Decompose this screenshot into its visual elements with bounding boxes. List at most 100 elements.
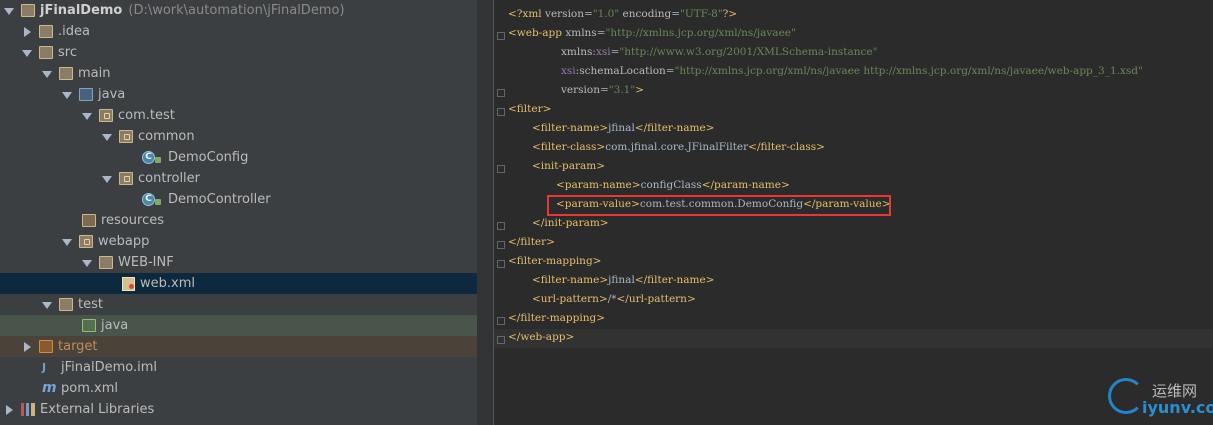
tree-item-test-java[interactable]: java xyxy=(0,315,477,336)
code-line-version[interactable]: version="3.1"> xyxy=(561,81,644,100)
code-line-filter-mapping-close[interactable]: </filter-mapping> xyxy=(508,309,605,328)
expand-arrow-icon[interactable] xyxy=(3,5,15,17)
project-folder-icon xyxy=(21,4,35,17)
tree-item-controller[interactable]: controller xyxy=(0,168,477,189)
package-icon xyxy=(99,109,113,122)
fold-marker-icon[interactable] xyxy=(497,241,505,249)
tree-item-idea[interactable]: .idea xyxy=(0,21,477,42)
fold-marker-icon[interactable] xyxy=(497,336,505,344)
project-path: (D:\work\automation\jFinalDemo) xyxy=(128,3,345,18)
fold-marker-icon[interactable] xyxy=(497,108,505,116)
site-watermark: 运维网 iyunv.com xyxy=(1108,376,1213,422)
collapse-arrow-icon[interactable] xyxy=(3,404,15,416)
tree-item-web-xml[interactable]: web.xml xyxy=(0,273,477,294)
expand-arrow-icon[interactable] xyxy=(61,236,73,248)
package-icon xyxy=(119,172,133,185)
code-line-filter-mapping-open[interactable]: <filter-mapping> xyxy=(508,252,601,271)
project-tree-panel: jFinalDemo (D:\work\automation\jFinalDem… xyxy=(0,0,477,425)
expand-arrow-icon[interactable] xyxy=(81,257,93,269)
tree-item-label: src xyxy=(58,45,77,60)
tree-item-label: jFinalDemo.iml xyxy=(61,360,157,375)
lock-icon xyxy=(155,199,161,205)
tree-item-label: java xyxy=(101,318,129,333)
tree-item-web-inf[interactable]: WEB-INF xyxy=(0,252,477,273)
tree-item-label: External Libraries xyxy=(40,402,155,417)
tree-item-project-root[interactable]: jFinalDemo (D:\work\automation\jFinalDem… xyxy=(0,0,477,21)
folder-icon xyxy=(39,46,53,59)
project-name: jFinalDemo xyxy=(40,3,123,18)
code-line-xsi-namespace[interactable]: xmlns:xsi="http://www.w3.org/2001/XMLSch… xyxy=(561,43,877,62)
expand-arrow-icon[interactable] xyxy=(21,47,33,59)
resources-folder-icon xyxy=(82,214,96,227)
tree-item-label: .idea xyxy=(58,24,90,39)
code-line-filter-open[interactable]: <filter> xyxy=(508,100,551,119)
folder-icon xyxy=(59,298,73,311)
folder-icon xyxy=(99,256,113,269)
maven-file-icon: m xyxy=(42,380,57,396)
tree-item-label: common xyxy=(138,129,195,144)
code-line-webapp-close[interactable]: </web-app> xyxy=(508,328,574,347)
tree-item-label: test xyxy=(78,297,103,312)
excluded-folder-icon xyxy=(39,340,53,353)
expand-arrow-icon[interactable] xyxy=(101,131,113,143)
tree-item-target[interactable]: target xyxy=(0,336,477,357)
code-editor[interactable]: <?xml version="1.0" encoding="UTF-8"?> <… xyxy=(477,0,1213,425)
test-source-folder-icon xyxy=(82,319,96,332)
code-line-filter-close[interactable]: </filter> xyxy=(508,233,555,252)
fold-marker-icon[interactable] xyxy=(497,260,505,268)
project-path-text: D:\work\automation\jFinalDemo xyxy=(133,3,340,18)
code-line-init-param-close[interactable]: </init-param> xyxy=(532,214,609,233)
watermark-en-text: iyunv.com xyxy=(1142,398,1213,417)
current-line-highlight xyxy=(494,329,1213,348)
tree-item-label: main xyxy=(78,66,111,81)
tree-item-pom[interactable]: m pom.xml xyxy=(0,378,477,399)
expand-arrow-icon[interactable] xyxy=(41,68,53,80)
watermark-logo-icon xyxy=(1108,378,1144,414)
tree-item-com-test[interactable]: com.test xyxy=(0,105,477,126)
tree-item-webapp[interactable]: webapp xyxy=(0,231,477,252)
tree-item-src[interactable]: src xyxy=(0,42,477,63)
collapse-arrow-icon[interactable] xyxy=(21,341,33,353)
tree-item-label: com.test xyxy=(118,108,175,123)
tree-item-label: resources xyxy=(101,213,165,228)
code-line-param-name[interactable]: <param-name>configClass</param-name> xyxy=(556,176,790,195)
folder-icon xyxy=(59,67,73,80)
expand-arrow-icon[interactable] xyxy=(101,173,113,185)
tree-item-label: DemoController xyxy=(168,192,271,207)
tree-item-democonfig[interactable]: C DemoConfig xyxy=(0,147,477,168)
code-line-init-param-open[interactable]: <init-param> xyxy=(532,157,605,176)
tree-item-external-libraries[interactable]: External Libraries xyxy=(0,399,477,420)
expand-arrow-icon[interactable] xyxy=(41,299,53,311)
tree-item-label: java xyxy=(98,87,126,102)
xml-file-icon xyxy=(122,276,135,291)
folder-icon xyxy=(39,25,53,38)
collapse-arrow-icon[interactable] xyxy=(21,26,33,38)
tree-item-java[interactable]: java xyxy=(0,84,477,105)
code-line-filter-name[interactable]: <filter-name>jfinal</filter-name> xyxy=(532,119,715,138)
fold-marker-icon[interactable] xyxy=(497,317,505,325)
code-line-schema-location[interactable]: xsi:schemaLocation="http://xmlns.jcp.org… xyxy=(561,62,1143,81)
code-line-webapp-open[interactable]: <web-app xmlns="http://xmlns.jcp.org/xml… xyxy=(508,24,796,43)
tree-item-main[interactable]: main xyxy=(0,63,477,84)
code-line-url-pattern[interactable]: <url-pattern>/*</url-pattern> xyxy=(532,290,696,309)
fold-marker-icon[interactable] xyxy=(497,32,505,40)
code-line-mapping-filter-name[interactable]: <filter-name>jfinal</filter-name> xyxy=(532,271,715,290)
code-line-filter-class[interactable]: <filter-class>com.jfinal.core.JFinalFilt… xyxy=(532,138,825,157)
tree-item-test[interactable]: test xyxy=(0,294,477,315)
tree-item-common[interactable]: common xyxy=(0,126,477,147)
expand-arrow-icon[interactable] xyxy=(61,89,73,101)
java-class-icon: C xyxy=(142,193,161,206)
fold-marker-icon[interactable] xyxy=(497,222,505,230)
package-icon xyxy=(119,130,133,143)
tree-item-democontroller[interactable]: C DemoController xyxy=(0,189,477,210)
expand-arrow-icon[interactable] xyxy=(81,110,93,122)
tree-item-iml[interactable]: J jFinalDemo.iml xyxy=(0,357,477,378)
tree-item-label: WEB-INF xyxy=(118,255,174,270)
gutter-divider xyxy=(493,0,494,425)
fold-marker-icon[interactable] xyxy=(497,89,505,97)
iml-file-icon: J xyxy=(42,361,47,374)
code-line-xml-declaration[interactable]: <?xml version="1.0" encoding="UTF-8"?> xyxy=(508,5,737,24)
fold-marker-icon[interactable] xyxy=(497,165,505,173)
editor-left-gutter xyxy=(477,0,493,425)
tree-item-resources[interactable]: resources xyxy=(0,210,477,231)
